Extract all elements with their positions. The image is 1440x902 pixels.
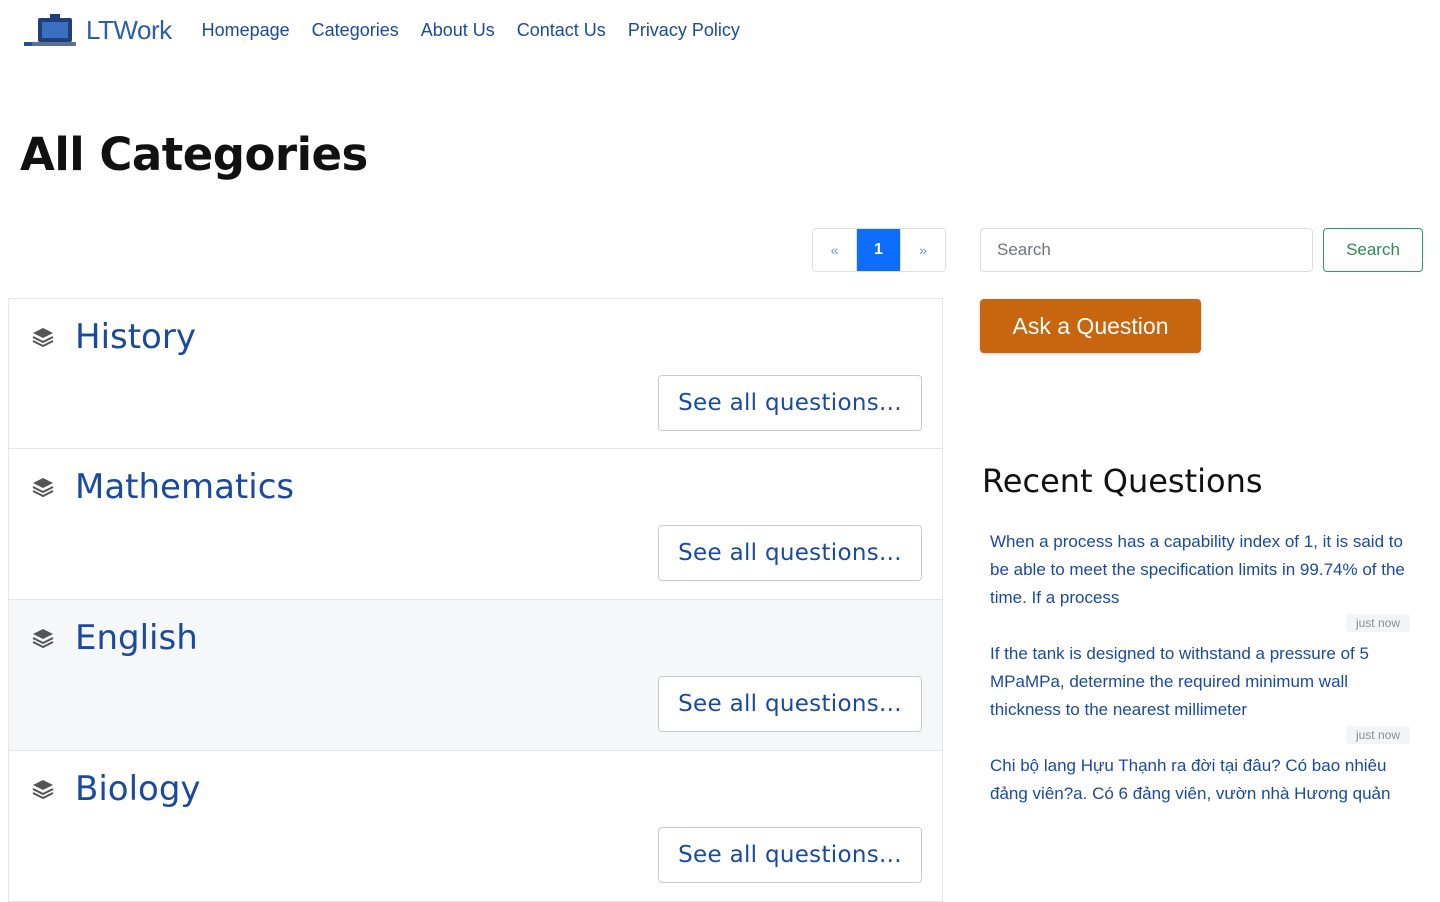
see-all-questions-button[interactable]: See all questions... — [658, 676, 922, 732]
recent-question-link[interactable]: Chi bộ lang Hựu Thạnh ra đời tại đâu? Có… — [990, 752, 1415, 808]
search-input[interactable]: Search — [980, 228, 1313, 272]
layers-icon — [29, 624, 57, 652]
category-list: History See all questions... Mathematics… — [8, 298, 943, 902]
nav-link-homepage[interactable]: Homepage — [202, 20, 290, 41]
pagination: « 1 » — [812, 228, 946, 272]
next-arrow-icon: » — [919, 242, 927, 258]
brand-logo-link[interactable]: LTWork — [22, 12, 172, 48]
brand-name: LTWork — [86, 14, 172, 45]
recent-question-item: If the tank is designed to withstand a p… — [990, 640, 1420, 744]
recent-question-item: Chi bộ lang Hựu Thạnh ra đời tại đâu? Có… — [990, 752, 1420, 808]
see-all-questions-button[interactable]: See all questions... — [658, 827, 922, 883]
see-all-questions-button[interactable]: See all questions... — [658, 375, 922, 431]
nav-links: Homepage Categories About Us Contact Us … — [202, 20, 740, 41]
category-card-mathematics: Mathematics See all questions... — [8, 449, 943, 600]
category-name[interactable]: English — [75, 618, 198, 658]
see-all-questions-button[interactable]: See all questions... — [658, 525, 922, 581]
category-card-biology: Biology See all questions... — [8, 751, 943, 902]
recent-question-time: just now — [990, 614, 1420, 632]
recent-question-link[interactable]: If the tank is designed to withstand a p… — [990, 640, 1415, 724]
recent-questions-title: Recent Questions — [982, 462, 1263, 500]
recent-question-link[interactable]: When a process has a capability index of… — [990, 528, 1415, 612]
ask-question-button[interactable]: Ask a Question — [980, 299, 1201, 353]
category-card-english: English See all questions... — [8, 600, 943, 751]
pagination-next[interactable]: » — [901, 229, 945, 271]
nav-link-contact[interactable]: Contact Us — [517, 20, 606, 41]
recent-question-time: just now — [990, 726, 1420, 744]
layers-icon — [29, 775, 57, 803]
top-navbar: LTWork Homepage Categories About Us Cont… — [0, 0, 1440, 60]
nav-link-privacy[interactable]: Privacy Policy — [628, 20, 740, 41]
category-card-history: History See all questions... — [8, 298, 943, 449]
prev-arrow-icon: « — [830, 242, 839, 258]
category-header: Biology — [29, 769, 201, 809]
category-header: Mathematics — [29, 467, 294, 507]
category-header: English — [29, 618, 198, 658]
category-name[interactable]: History — [75, 317, 196, 357]
laptop-logo-icon — [24, 14, 76, 46]
search-button[interactable]: Search — [1323, 228, 1423, 272]
pagination-page-current[interactable]: 1 — [857, 229, 901, 271]
recent-question-item: When a process has a capability index of… — [990, 528, 1420, 632]
category-header: History — [29, 317, 196, 357]
category-name[interactable]: Mathematics — [75, 467, 294, 507]
nav-link-categories[interactable]: Categories — [312, 20, 399, 41]
category-name[interactable]: Biology — [75, 769, 201, 809]
layers-icon — [29, 323, 57, 351]
time-badge: just now — [1345, 726, 1410, 744]
time-badge: just now — [1345, 614, 1410, 632]
page-title: All Categories — [20, 128, 368, 181]
recent-questions-list: When a process has a capability index of… — [990, 528, 1420, 818]
pagination-prev[interactable]: « — [813, 229, 857, 271]
layers-icon — [29, 473, 57, 501]
nav-link-about[interactable]: About Us — [421, 20, 495, 41]
